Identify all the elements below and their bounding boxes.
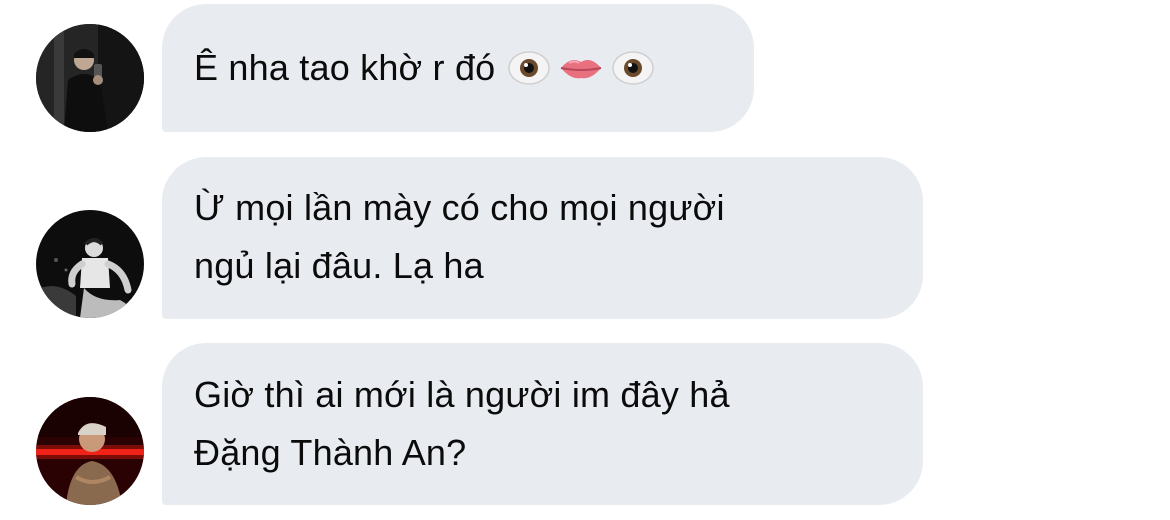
message-3-line-1: Giờ thì ai mới là người im đây hả <box>194 374 730 415</box>
message-1-text: Ê nha tao khờ r đó <box>194 47 496 88</box>
emoji-group <box>507 46 655 90</box>
message-bubble-2[interactable]: Ừ mọi lần mày có cho mọi người ngủ lại đ… <box>162 157 923 319</box>
message-bubble-1[interactable]: Ê nha tao khờ r đó <box>162 4 754 132</box>
avatar-2[interactable] <box>36 210 144 318</box>
lips-icon <box>561 60 602 79</box>
eyes-icon-left <box>508 51 551 85</box>
message-bubble-3[interactable]: Giờ thì ai mới là người im đây hả Đặng T… <box>162 343 923 505</box>
message-3-line-2: Đặng Thành An? <box>194 432 467 473</box>
avatar-1-image <box>36 24 144 132</box>
message-2-line-1: Ừ mọi lần mày có cho mọi người <box>194 187 725 228</box>
avatar-3-image <box>36 397 144 505</box>
message-2-line-2: ngủ lại đâu. Lạ ha <box>194 245 484 286</box>
avatar-2-image <box>36 210 144 318</box>
avatar-1[interactable] <box>36 24 144 132</box>
eyes-icon-right <box>612 51 655 85</box>
avatar-3[interactable] <box>36 397 144 505</box>
